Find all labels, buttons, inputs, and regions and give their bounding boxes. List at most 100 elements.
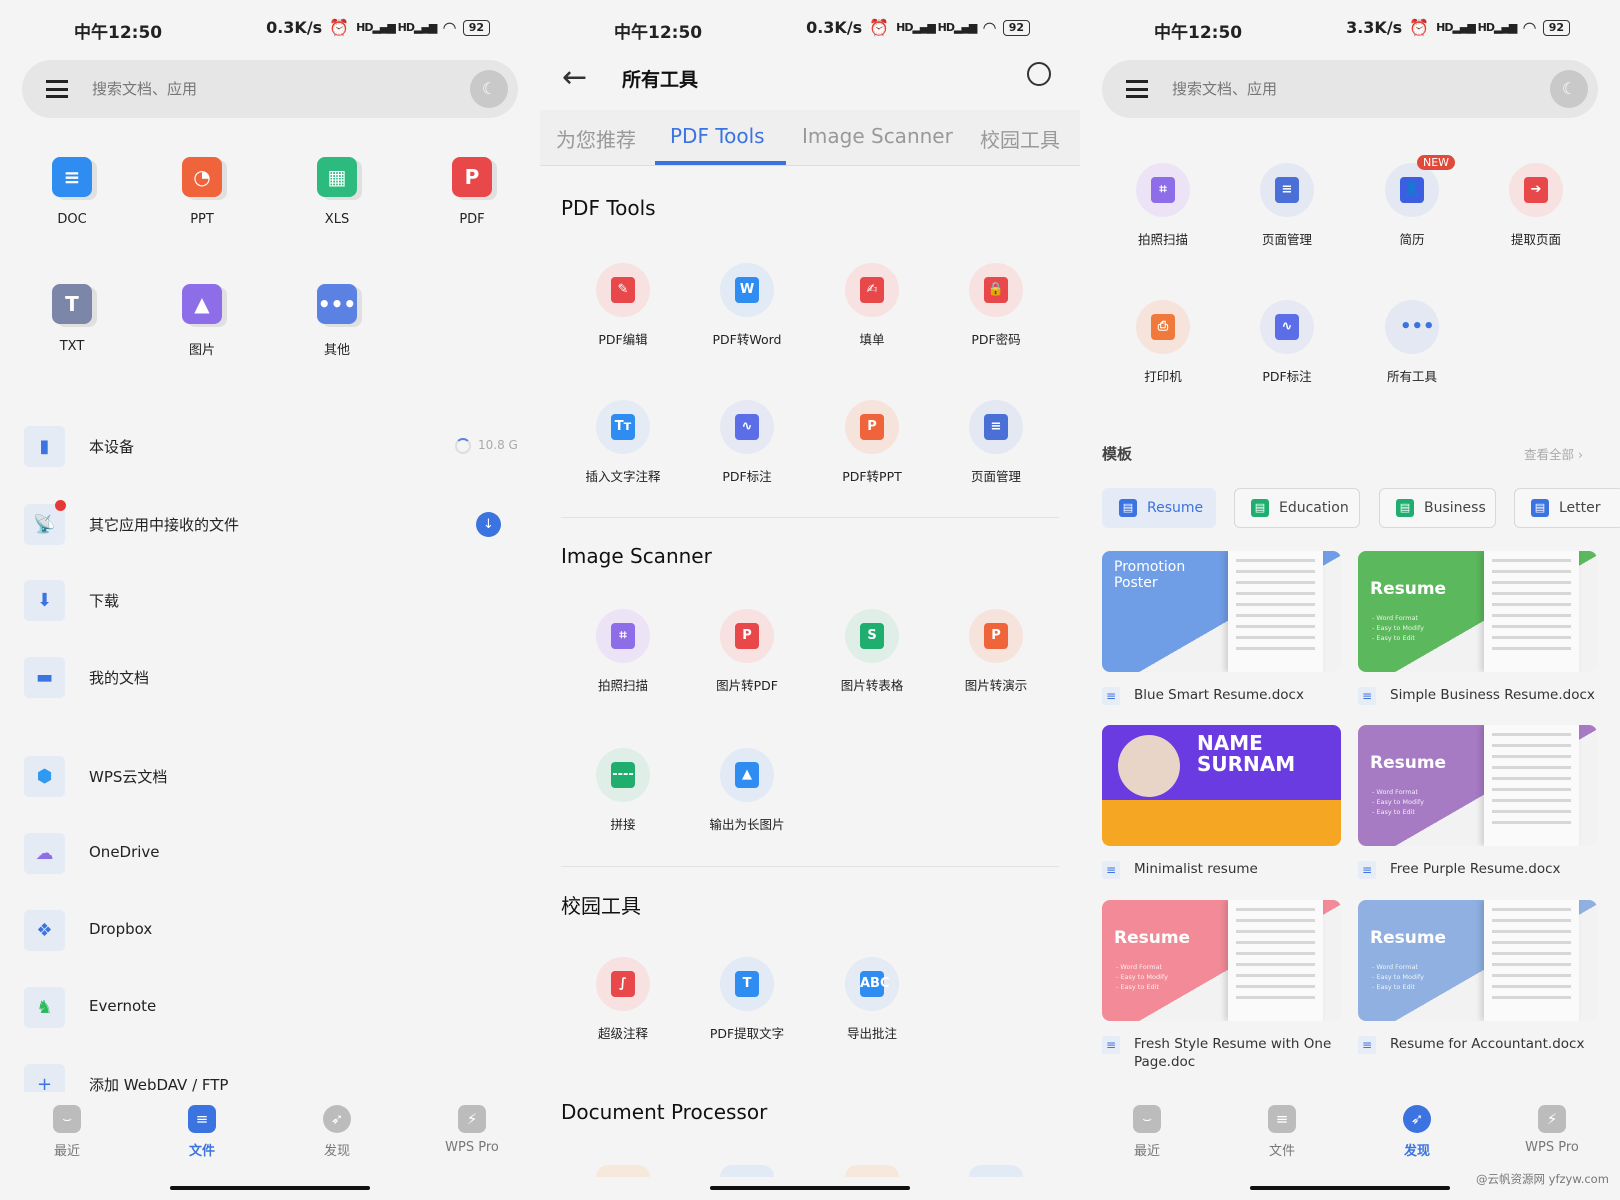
download-badge-icon[interactable]: ↓ xyxy=(476,512,501,537)
tool-item[interactable]: ➔ 提取页面 xyxy=(1474,163,1598,248)
template-card[interactable]: Resume - Word Format - Easy to Modify - E… xyxy=(1358,725,1597,846)
tool-item[interactable]: ⌗ 拍照扫描 xyxy=(561,609,685,694)
location-item[interactable]: ▮ 本设备 xyxy=(24,424,514,468)
location-item[interactable]: ⬢ WPS云文档 xyxy=(24,754,514,798)
home-indicator[interactable] xyxy=(710,1186,910,1190)
location-item[interactable]: ▬ 我的文档 xyxy=(24,655,514,699)
tool-item[interactable]: ≡ 页面管理 xyxy=(1225,163,1349,248)
printer-icon: ⎙ xyxy=(1151,314,1175,340)
alarm-icon: ⏰ xyxy=(869,18,890,37)
avatar[interactable]: ☾ xyxy=(1550,70,1588,108)
nav-recent[interactable]: ⌣ 最近 xyxy=(7,1105,127,1159)
file-type-xls[interactable]: ▦ XLS xyxy=(277,157,397,227)
home-indicator[interactable] xyxy=(170,1186,370,1190)
tool-item[interactable]: P PDF转PPT xyxy=(810,400,934,485)
search-icon[interactable] xyxy=(1027,62,1051,86)
view-all-link[interactable]: 查看全部 › xyxy=(1524,444,1583,463)
menu-icon[interactable] xyxy=(46,80,68,98)
menu-icon[interactable] xyxy=(1126,80,1148,98)
partial-tool-icon[interactable] xyxy=(969,1165,1023,1177)
home-indicator[interactable] xyxy=(1250,1186,1450,1190)
tool-item[interactable]: ≡ 页面管理 xyxy=(934,400,1058,485)
nav-discover[interactable]: ➶ 发现 xyxy=(277,1105,397,1159)
tool-item[interactable]: ✍ 填单 xyxy=(810,263,934,348)
file-type-txt[interactable]: T TXT xyxy=(12,284,132,354)
tool-item[interactable]: ∿ PDF标注 xyxy=(685,400,809,485)
nav-files[interactable]: ≡ 文件 xyxy=(142,1105,262,1159)
partial-tool-icon[interactable] xyxy=(720,1165,774,1177)
template-caption[interactable]: ≡ Fresh Style Resume with One Page.doc xyxy=(1102,1035,1341,1071)
onedrive-icon: ☁ xyxy=(24,833,65,874)
tool-item[interactable]: ✎ PDF编辑 xyxy=(561,263,685,348)
search-bar[interactable]: 搜索文档、应用 ☾ xyxy=(1102,60,1598,118)
chip-business[interactable]: ▤ Business xyxy=(1379,488,1496,528)
nav-recent[interactable]: ⌣ 最近 xyxy=(1087,1105,1207,1159)
file-type-图片[interactable]: ▲ 图片 xyxy=(142,284,262,358)
template-name: Free Purple Resume.docx xyxy=(1390,861,1561,877)
tool-item[interactable]: ⌗ 拍照扫描 xyxy=(1101,163,1225,248)
nav-wps-pro[interactable]: ⚡ WPS Pro xyxy=(1492,1105,1612,1155)
template-card[interactable]: Resume - Word Format - Easy to Modify - E… xyxy=(1358,900,1597,1021)
partial-tool-icon[interactable] xyxy=(845,1165,899,1177)
chip-resume[interactable]: ▤ Resume xyxy=(1102,488,1216,528)
tool-item[interactable]: ▲ 输出为长图片 xyxy=(685,748,809,833)
tool-item[interactable]: ---- 拼接 xyxy=(561,748,685,833)
template-card[interactable]: Resume - Word Format - Easy to Modify - E… xyxy=(1102,900,1341,1021)
tab-pdf-tools[interactable]: PDF Tools xyxy=(670,124,765,148)
signal-icon: HD▂▄▆ HD▂▄▆ xyxy=(1436,21,1517,34)
template-card[interactable]: Resume - Word Format - Easy to Modify - E… xyxy=(1358,551,1597,672)
template-caption[interactable]: ≡ Minimalist resume xyxy=(1102,860,1341,879)
tool-item[interactable]: S 图片转表格 xyxy=(810,609,934,694)
battery-icon: 92 xyxy=(1002,19,1030,36)
template-caption[interactable]: ≡ Blue Smart Resume.docx xyxy=(1102,686,1341,705)
partial-tool-icon[interactable] xyxy=(596,1165,650,1177)
tool-item[interactable]: ∿ PDF标注 xyxy=(1225,300,1349,385)
nav-wps-pro[interactable]: ⚡ WPS Pro xyxy=(412,1105,532,1155)
avatar[interactable]: ☾ xyxy=(470,70,508,108)
search-bar[interactable]: 搜索文档、应用 ☾ xyxy=(22,60,518,118)
template-caption[interactable]: ≡ Simple Business Resume.docx xyxy=(1358,686,1597,705)
tool-item[interactable]: ••• 所有工具 xyxy=(1350,300,1474,385)
template-caption[interactable]: ≡ Resume for Accountant.docx xyxy=(1358,1035,1597,1054)
file-type-ppt[interactable]: ◔ PPT xyxy=(142,157,262,227)
tab-image-scanner[interactable]: Image Scanner xyxy=(802,124,953,148)
search-input[interactable]: 搜索文档、应用 xyxy=(92,78,197,99)
tool-item[interactable]: ∫ 超级注释 xyxy=(561,957,685,1042)
tool-icon-bg: ▲ xyxy=(720,748,774,802)
search-input[interactable]: 搜索文档、应用 xyxy=(1172,78,1277,99)
location-item[interactable]: ☁ OneDrive xyxy=(24,831,514,875)
chip-letter[interactable]: ▤ Letter xyxy=(1514,488,1620,528)
location-label: 下载 xyxy=(89,592,120,610)
tool-item[interactable]: 👤 简历 xyxy=(1350,163,1474,248)
tool-item[interactable]: W PDF转Word xyxy=(685,263,809,348)
fill-form-icon: ✍ xyxy=(860,277,884,303)
nav-files[interactable]: ≡ 文件 xyxy=(1222,1105,1342,1159)
file-type-doc[interactable]: ≡ DOC xyxy=(12,157,132,227)
location-item[interactable]: 📡 其它应用中接收的文件 xyxy=(24,502,514,546)
tool-item[interactable]: Tт 插入文字注释 xyxy=(561,400,685,485)
location-item[interactable]: ⬇ 下载 xyxy=(24,578,514,622)
tool-item[interactable]: P 图片转PDF xyxy=(685,609,809,694)
template-caption[interactable]: ≡ Free Purple Resume.docx xyxy=(1358,860,1597,879)
tab-recommended[interactable]: 为您推荐 xyxy=(556,124,636,153)
tool-icon-bg: ••• xyxy=(1385,300,1439,354)
template-thumb-title: Resume xyxy=(1114,928,1191,948)
template-card[interactable]: NAME SURNAM xyxy=(1102,725,1341,846)
chip-education[interactable]: ▤ Education xyxy=(1234,488,1360,528)
tool-item[interactable]: ⎙ 打印机 xyxy=(1101,300,1225,385)
section-title: 校园工具 xyxy=(561,894,641,918)
tool-item[interactable]: ABC 导出批注 xyxy=(810,957,934,1042)
tab-campus-tools[interactable]: 校园工具 xyxy=(980,124,1060,153)
tool-label: 图片转PDF xyxy=(716,678,778,693)
tool-item[interactable]: 🔒 PDF密码 xyxy=(934,263,1058,348)
tool-item[interactable]: P 图片转演示 xyxy=(934,609,1058,694)
template-card[interactable]: Promotion Poster xyxy=(1102,551,1341,672)
template-thumb-title: NAME SURNAM xyxy=(1197,731,1296,776)
location-item[interactable]: ❖ Dropbox xyxy=(24,908,514,952)
back-arrow-icon[interactable]: ← xyxy=(562,60,587,95)
tool-item[interactable]: T PDF提取文字 xyxy=(685,957,809,1042)
file-type-其他[interactable]: ••• 其他 xyxy=(277,284,397,358)
location-item[interactable]: ♞ Evernote xyxy=(24,985,514,1029)
file-type-pdf[interactable]: P PDF xyxy=(412,157,532,227)
nav-discover[interactable]: ➶ 发现 xyxy=(1357,1105,1477,1159)
